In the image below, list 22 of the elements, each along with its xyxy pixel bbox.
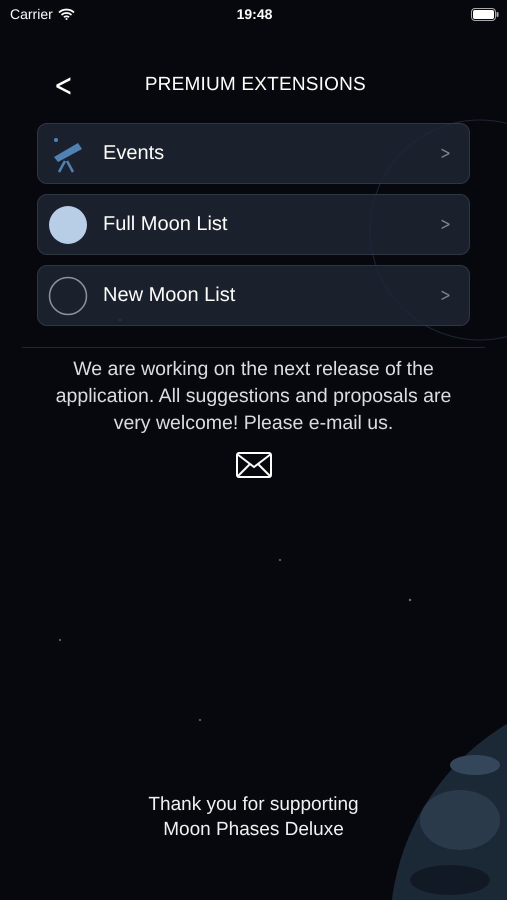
- back-button[interactable]: <: [50, 67, 77, 103]
- battery-icon: [471, 8, 499, 20]
- full-moon-icon: [48, 204, 88, 244]
- row-label: Events: [103, 142, 166, 165]
- info-text: We are working on the next release of the application. All suggestions and proposals are very welcome! Please e-mail us.: [54, 357, 452, 436]
- row-label: New Moon List: [103, 284, 236, 307]
- carrier-label: Carrier: [10, 6, 53, 22]
- thanks-text: Moon Phases Deluxe: [163, 818, 344, 842]
- new-moon-icon: [48, 276, 88, 316]
- mail-button[interactable]: [236, 452, 272, 478]
- menu-row[interactable]: New Moon List >: [37, 265, 470, 326]
- chevron-icon: >: [440, 214, 451, 235]
- screen-title: PREMIUM EXTENSIONS: [144, 74, 366, 96]
- chevron-icon: >: [440, 285, 451, 306]
- menu-row[interactable]: Events >: [37, 123, 470, 184]
- thanks-text: Thank you for supporting: [148, 793, 359, 817]
- chevron-icon: >: [440, 143, 451, 164]
- clock-time: 19:48: [236, 6, 274, 22]
- row-label: Full Moon List: [103, 213, 228, 236]
- wifi-icon: [58, 8, 75, 20]
- menu-row[interactable]: Full Moon List >: [37, 194, 470, 255]
- mail-icon: [236, 452, 272, 478]
